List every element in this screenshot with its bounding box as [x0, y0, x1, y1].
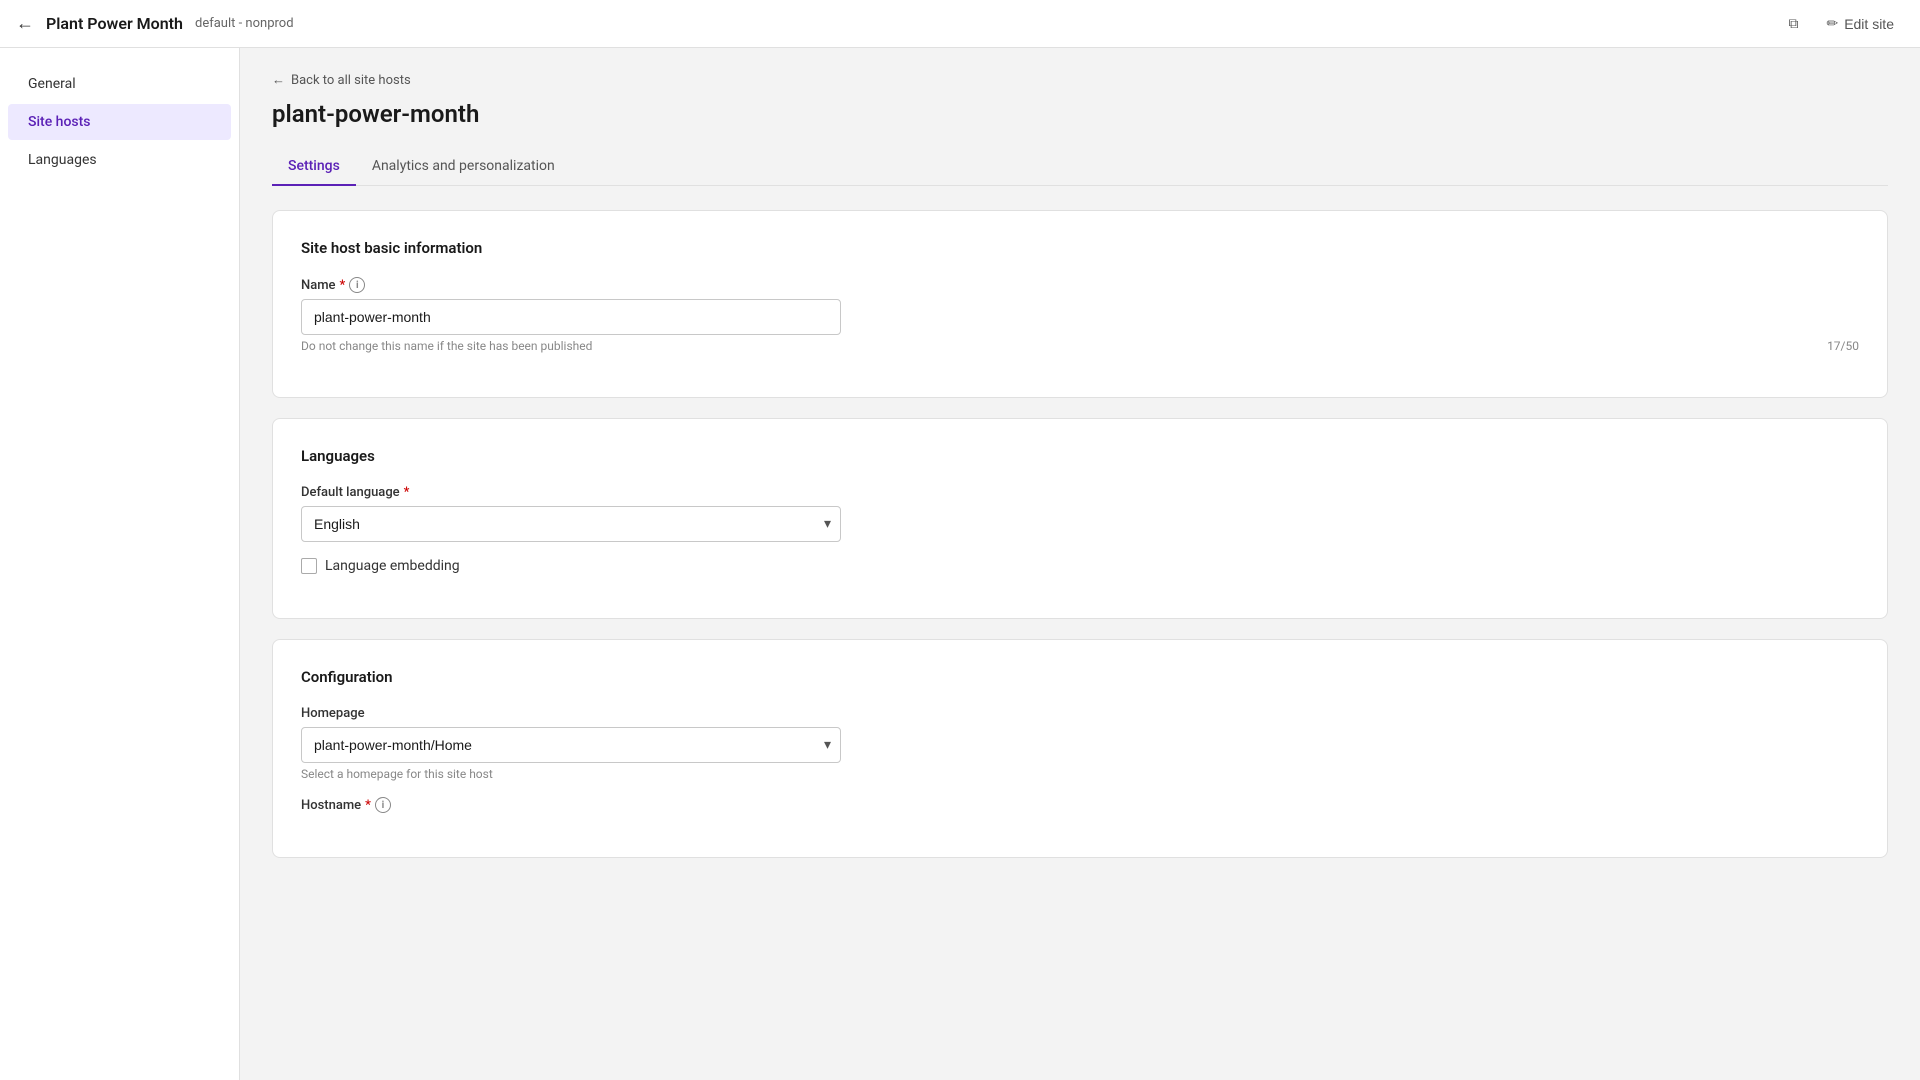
- page-title: plant-power-month: [272, 100, 1888, 128]
- languages-title: Languages: [301, 447, 1859, 465]
- sidebar-item-label: Languages: [28, 152, 97, 168]
- default-language-select[interactable]: English French Spanish German: [301, 506, 841, 542]
- default-language-group: Default language * English French Spanis…: [301, 485, 1859, 542]
- language-embedding-group: Language embedding: [301, 558, 1859, 574]
- hostname-label: Hostname * i: [301, 797, 1859, 813]
- homepage-hint-row: Select a homepage for this site host: [301, 767, 1859, 781]
- edit-site-label: Edit site: [1844, 16, 1894, 32]
- name-label: Name * i: [301, 277, 1859, 293]
- header-right: ⧉ ✏ Edit site: [1778, 9, 1904, 38]
- language-embedding-checkbox[interactable]: [301, 558, 317, 574]
- header: ← Plant Power Month default - nonprod ⧉ …: [0, 0, 1920, 48]
- language-embedding-label: Language embedding: [325, 558, 460, 574]
- name-hint-text: Do not change this name if the site has …: [301, 339, 592, 353]
- back-to-site-hosts-link[interactable]: ← Back to all site hosts: [272, 72, 1888, 88]
- edit-icon: ✏: [1826, 15, 1838, 32]
- sidebar-item-languages[interactable]: Languages: [8, 142, 231, 178]
- name-info-icon[interactable]: i: [349, 277, 365, 293]
- name-hint-row: Do not change this name if the site has …: [301, 339, 1859, 353]
- language-embedding-checkbox-wrapper[interactable]: Language embedding: [301, 558, 1859, 574]
- tab-settings[interactable]: Settings: [272, 148, 356, 186]
- env-label: default - nonprod: [195, 16, 294, 31]
- app-title: Plant Power Month: [46, 14, 183, 33]
- back-link-label: Back to all site hosts: [291, 73, 411, 88]
- header-left: ← Plant Power Month default - nonprod: [16, 13, 294, 34]
- homepage-label: Homepage: [301, 706, 1859, 721]
- homepage-select[interactable]: plant-power-month/Home plant-power-month…: [301, 727, 841, 763]
- homepage-hint-text: Select a homepage for this site host: [301, 767, 493, 781]
- main-content: ← Back to all site hosts plant-power-mon…: [240, 48, 1920, 1080]
- edit-site-button[interactable]: ✏ Edit site: [1816, 9, 1904, 38]
- copy-button[interactable]: ⧉: [1778, 9, 1808, 38]
- configuration-card: Configuration Homepage plant-power-month…: [272, 639, 1888, 858]
- header-back-button[interactable]: ←: [16, 13, 34, 34]
- basic-info-title: Site host basic information: [301, 239, 1859, 257]
- configuration-title: Configuration: [301, 668, 1859, 686]
- layout: General Site hosts Languages ← Back to a…: [0, 48, 1920, 1080]
- sidebar-item-label: General: [28, 76, 76, 92]
- copy-icon: ⧉: [1788, 15, 1798, 32]
- name-field-group: Name * i Do not change this name if the …: [301, 277, 1859, 353]
- name-input[interactable]: [301, 299, 841, 335]
- tabs: Settings Analytics and personalization: [272, 148, 1888, 186]
- hostname-info-icon[interactable]: i: [375, 797, 391, 813]
- languages-card: Languages Default language * English Fre…: [272, 418, 1888, 619]
- required-star: *: [340, 278, 346, 293]
- homepage-group: Homepage plant-power-month/Home plant-po…: [301, 706, 1859, 781]
- back-link-icon: ←: [272, 72, 285, 88]
- sidebar-item-site-hosts[interactable]: Site hosts: [8, 104, 231, 140]
- sidebar: General Site hosts Languages: [0, 48, 240, 1080]
- sidebar-item-label: Site hosts: [28, 114, 90, 130]
- hostname-group: Hostname * i: [301, 797, 1859, 813]
- required-star-lang: *: [404, 485, 410, 500]
- sidebar-item-general[interactable]: General: [8, 66, 231, 102]
- tab-analytics[interactable]: Analytics and personalization: [356, 148, 571, 186]
- name-char-count: 17/50: [1827, 339, 1859, 353]
- default-language-label: Default language *: [301, 485, 1859, 500]
- basic-info-card: Site host basic information Name * i Do …: [272, 210, 1888, 398]
- back-arrow-icon: ←: [16, 13, 34, 34]
- language-select-wrapper: English French Spanish German ▾: [301, 506, 841, 542]
- required-star-hostname: *: [365, 798, 371, 813]
- homepage-select-wrapper: plant-power-month/Home plant-power-month…: [301, 727, 841, 763]
